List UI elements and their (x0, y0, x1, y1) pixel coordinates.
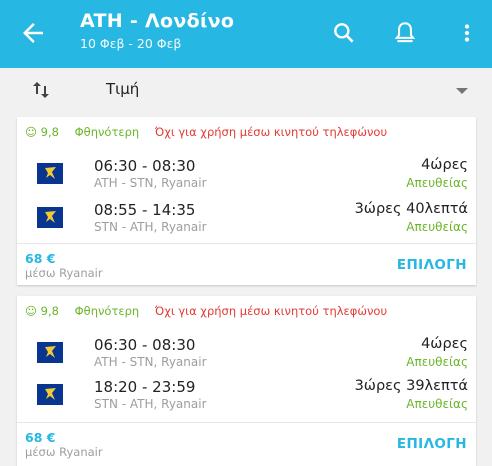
caret-down-icon[interactable] (456, 88, 468, 94)
flight-route: STN - ATH, Ryanair (94, 220, 207, 234)
flight-time: 06:30 - 08:30 (94, 157, 196, 175)
result-card[interactable]: ☺ 9,8 Φθηνότερη Όχι για χρήση μέσω κινητ… (17, 296, 476, 466)
flight-route: ATH - STN, Ryanair (94, 355, 207, 369)
date-range: 10 Φεβ - 20 Φεβ (80, 36, 182, 51)
flight-leg: 18:20 - 23:59 STN - ATH, Ryanair 3ώρες 3… (17, 378, 476, 418)
swap-vert-icon (33, 82, 49, 98)
divider (17, 243, 476, 244)
flight-stops: Απευθείας (406, 176, 468, 190)
provider-label: μέσω Ryanair (25, 266, 103, 280)
score-badge: ☺ 9,8 (25, 304, 59, 318)
flight-time: 08:55 - 14:35 (94, 201, 196, 219)
divider (17, 422, 476, 423)
flight-leg: 06:30 - 08:30 ATH - STN, Ryanair 4ώρες Α… (17, 336, 476, 376)
select-button[interactable]: ΕΠΙΛΟΓΗ (397, 257, 467, 273)
flight-stops: Απευθείας (406, 355, 468, 369)
flight-stops: Απευθείας (406, 397, 468, 411)
flight-leg: 08:55 - 14:35 STN - ATH, Ryanair 3ώρες 4… (17, 201, 476, 241)
app-bar: ATH - Λονδίνο 10 Φεβ - 20 Φεβ (0, 0, 492, 68)
score-badge: ☺ 9,8 (25, 125, 59, 139)
ryanair-logo-icon (37, 207, 63, 228)
bell-icon[interactable] (392, 20, 418, 46)
mobile-warning: Όχι για χρήση μέσω κινητού τηλεφώνου (154, 125, 388, 139)
mobile-warning: Όχι για χρήση μέσω κινητού τηλεφώνου (154, 304, 388, 318)
result-tags: ☺ 9,8 Φθηνότερη Όχι για χρήση μέσω κινητ… (25, 304, 387, 318)
flight-route: ATH - STN, Ryanair (94, 176, 207, 190)
flight-duration: 4ώρες (421, 157, 468, 173)
cheapest-label: Φθηνότερη (74, 304, 140, 318)
flight-time: 18:20 - 23:59 (94, 378, 196, 396)
result-tags: ☺ 9,8 Φθηνότερη Όχι για χρήση μέσω κινητ… (25, 125, 387, 139)
cheapest-label: Φθηνότερη (74, 125, 140, 139)
flight-time: 06:30 - 08:30 (94, 336, 196, 354)
select-button[interactable]: ΕΠΙΛΟΓΗ (397, 436, 467, 452)
sort-label[interactable]: Τιμή (106, 80, 139, 98)
search-icon[interactable] (331, 20, 357, 46)
ryanair-logo-icon (37, 342, 63, 363)
ryanair-logo-icon (37, 384, 63, 405)
back-arrow-icon[interactable] (18, 18, 48, 48)
provider-label: μέσω Ryanair (25, 445, 103, 459)
result-card[interactable]: ☺ 9,8 Φθηνότερη Όχι για χρήση μέσω κινητ… (17, 117, 476, 285)
flight-duration: 4ώρες (421, 336, 468, 352)
flight-route: STN - ATH, Ryanair (94, 397, 207, 411)
flight-duration: 3ώρες 39λεπτά (354, 378, 468, 394)
ryanair-logo-icon (37, 163, 63, 184)
price: 68 € (25, 430, 56, 445)
page-title: ATH - Λονδίνο (80, 10, 235, 32)
price: 68 € (25, 251, 56, 266)
flight-stops: Απευθείας (406, 220, 468, 234)
flight-duration: 3ώρες 40λεπτά (354, 201, 468, 217)
flight-leg: 06:30 - 08:30 ATH - STN, Ryanair 4ώρες Α… (17, 157, 476, 197)
sort-bar[interactable]: Τιμή (0, 68, 492, 112)
more-vert-icon[interactable] (454, 20, 480, 46)
